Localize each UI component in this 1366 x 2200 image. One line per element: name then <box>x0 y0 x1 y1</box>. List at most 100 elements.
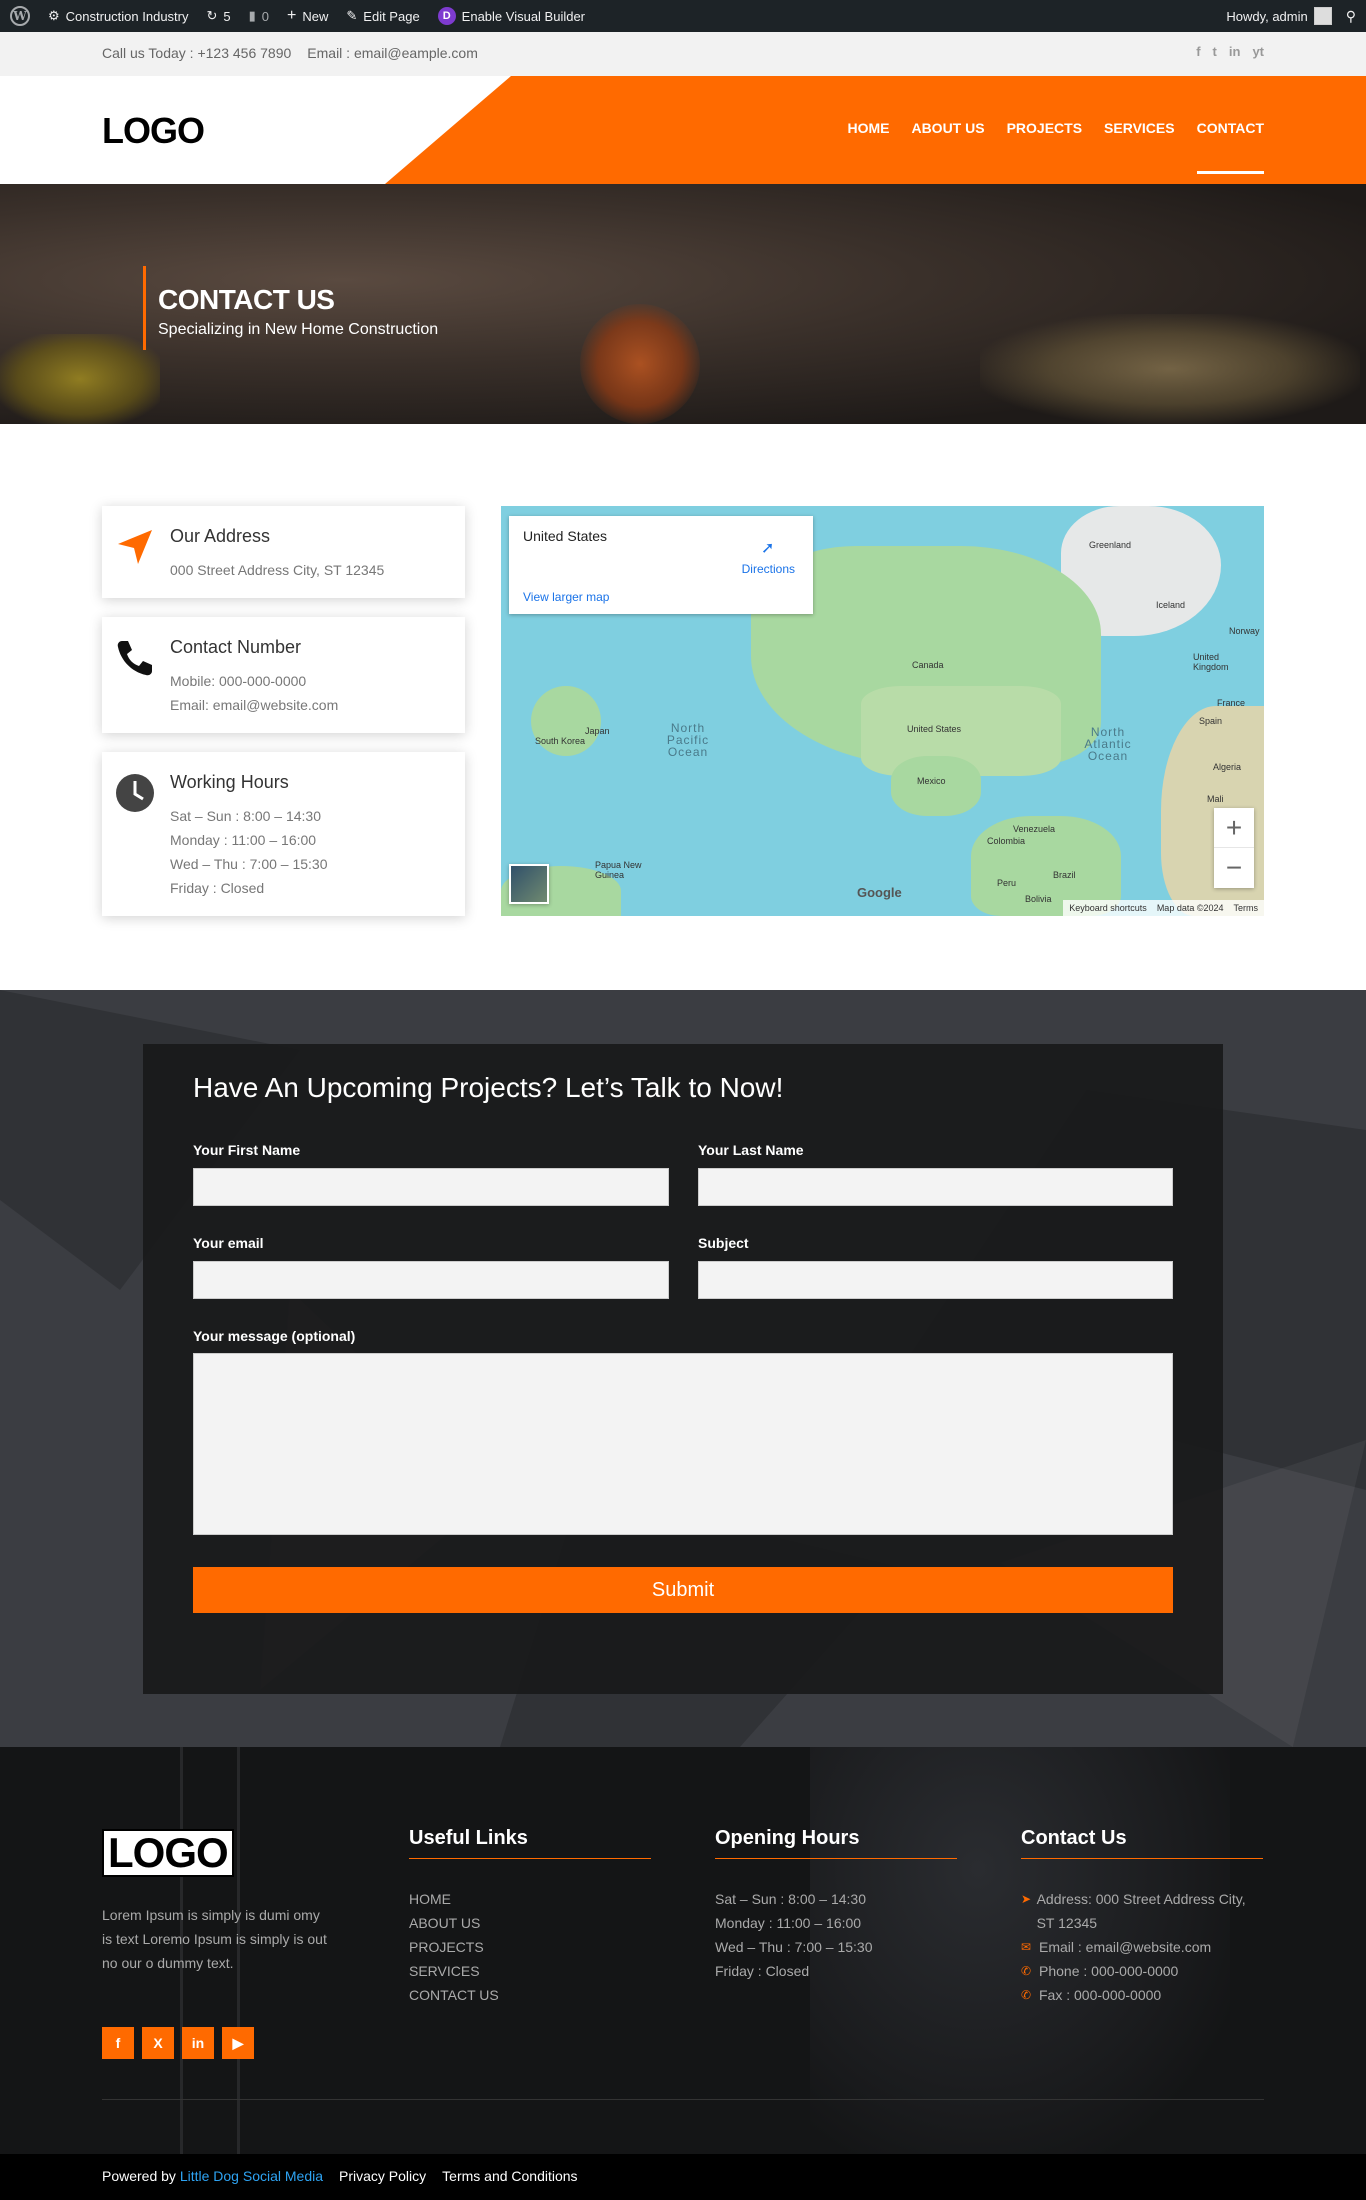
nav-projects[interactable]: PROJECTS <box>1007 120 1082 136</box>
map-label: Norway <box>1229 626 1260 636</box>
zoom-in-button[interactable]: + <box>1214 808 1254 848</box>
new-content-menu[interactable]: + New <box>287 7 328 25</box>
zoom-controls: + − <box>1214 808 1254 888</box>
updates-count: 5 <box>223 8 231 24</box>
nav-services[interactable]: SERVICES <box>1104 120 1175 136</box>
keyboard-shortcuts-link[interactable]: Keyboard shortcuts <box>1069 903 1147 913</box>
map-label: Japan <box>585 726 610 736</box>
footer-email-text: Email : email@website.com <box>1039 1939 1212 1955</box>
map-label: United States <box>907 724 962 734</box>
search-icon[interactable]: ⚲ <box>1346 8 1356 25</box>
nav-about[interactable]: ABOUT US <box>911 120 984 136</box>
contact-form: Have An Upcoming Projects? Let’s Talk to… <box>143 1044 1223 1694</box>
footer-link-contact[interactable]: CONTACT US <box>409 1983 651 2007</box>
visual-builder-link[interactable]: D Enable Visual Builder <box>437 7 585 25</box>
linkedin-icon[interactable]: in <box>1229 44 1241 59</box>
twitter-icon[interactable]: t <box>1213 44 1217 59</box>
ocean-label: North Atlantic Ocean <box>1084 725 1132 763</box>
submit-button[interactable]: Submit <box>193 1567 1173 1613</box>
hours-line: Monday : 11:00 – 16:00 <box>715 1915 862 1931</box>
footer-link-home[interactable]: HOME <box>409 1887 651 1911</box>
hours-line: Friday : Closed <box>715 1963 810 1979</box>
nav-contact[interactable]: CONTACT <box>1196 120 1265 174</box>
footer-link-about[interactable]: ABOUT US <box>409 1911 651 1935</box>
zoom-out-button[interactable]: − <box>1214 848 1254 888</box>
map-attribution: Keyboard shortcuts Map data ©2024 Terms <box>1063 900 1264 916</box>
map-label: Colombia <box>987 836 1026 846</box>
last-name-field[interactable] <box>698 1168 1173 1206</box>
map-label: Brazil <box>1053 870 1076 880</box>
card-title: Our Address <box>170 526 271 546</box>
message-textarea[interactable] <box>193 1353 1173 1535</box>
footer-divider <box>102 2099 1264 2100</box>
email-field[interactable] <box>193 1261 669 1299</box>
site-name-label: Construction Industry <box>65 8 189 24</box>
footer-social-links: f X in ▶ <box>102 2027 254 2059</box>
map-label: Mexico <box>917 776 946 786</box>
nav-home[interactable]: HOME <box>847 120 889 136</box>
map-terms-link[interactable]: Terms <box>1234 903 1259 913</box>
facebook-icon[interactable]: f <box>102 2027 134 2059</box>
footer-link-services[interactable]: SERVICES <box>409 1959 651 1983</box>
facebook-icon[interactable]: f <box>1196 44 1200 59</box>
contact-form-section: Have An Upcoming Projects? Let’s Talk to… <box>0 990 1366 1747</box>
card-title: Contact Number <box>170 637 302 657</box>
google-logo: Google <box>857 885 902 900</box>
message-label: Your message (optional) <box>193 1328 356 1344</box>
map-label: Spain <box>1199 716 1223 726</box>
map-type-toggle[interactable] <box>509 864 549 904</box>
map-label: Bolivia <box>1025 894 1052 904</box>
google-map[interactable]: United States ➚ Directions View larger m… <box>501 506 1264 916</box>
footer-logo[interactable]: LOGO <box>102 1829 234 1877</box>
youtube-icon[interactable]: ▶ <box>222 2027 254 2059</box>
map-label: Iceland <box>1156 600 1186 610</box>
subject-field[interactable] <box>698 1261 1173 1299</box>
updates-menu[interactable]: ↻ 5 <box>207 8 231 24</box>
map-info-window: United States ➚ Directions View larger m… <box>509 516 813 614</box>
map-label: United Kingdom <box>1193 652 1229 672</box>
map-label: France <box>1217 698 1246 708</box>
linkedin-icon[interactable]: in <box>182 2027 214 2059</box>
page-subtitle: Specializing in New Home Construction <box>158 321 439 338</box>
x-twitter-icon[interactable]: X <box>142 2027 174 2059</box>
refresh-icon: ↻ <box>206 8 218 23</box>
first-name-field[interactable] <box>193 1168 669 1206</box>
footer-address-text: Address: 000 Street Address City, ST 123… <box>1036 1891 1246 1931</box>
hero-image-detail <box>980 314 1360 424</box>
main-nav: HOME ABOUT US PROJECTS SERVICES CONTACT <box>847 120 1265 174</box>
dashboard-icon: ⚙ <box>48 8 60 23</box>
address-card: Our Address 000 Street Address City, ST … <box>102 506 465 598</box>
card-line: Wed – Thu : 7:00 – 15:30 <box>170 856 328 872</box>
wp-admin-bar: W ⚙ Construction Industry ↻ 5 ▮ 0 + New ✎ Edi… <box>0 0 1366 32</box>
site-logo[interactable]: LOGO <box>102 110 205 152</box>
last-name-label: Your Last Name <box>698 1142 804 1158</box>
map-data-label: Map data ©2024 <box>1156 903 1224 913</box>
youtube-icon[interactable]: yt <box>1252 44 1264 59</box>
card-line: Email: email@website.com <box>170 697 339 713</box>
footer-column-title: Opening Hours <box>715 1827 957 1859</box>
footer-link-projects[interactable]: PROJECTS <box>409 1935 651 1959</box>
view-larger-map-link[interactable]: View larger map <box>523 590 609 604</box>
site-name-menu[interactable]: ⚙ Construction Industry <box>48 8 189 24</box>
privacy-policy-link[interactable]: Privacy Policy <box>339 2168 426 2184</box>
footer-useful-links: Useful Links HOME ABOUT US PROJECTS SERV… <box>409 1827 651 2007</box>
comments-menu[interactable]: ▮ 0 <box>249 8 269 24</box>
comments-count: 0 <box>261 8 270 24</box>
subject-label: Subject <box>698 1235 749 1251</box>
top-phone: Call us Today : +123 456 7890 <box>102 45 292 61</box>
new-label: New <box>302 8 329 24</box>
edit-page-link[interactable]: ✎ Edit Page <box>346 8 419 24</box>
directions-link[interactable]: Directions <box>742 562 795 576</box>
wp-logo-menu[interactable]: W <box>10 6 30 26</box>
directions-icon[interactable]: ➚ <box>761 538 779 557</box>
email-label: Your email <box>193 1235 264 1251</box>
clock-icon <box>116 774 154 812</box>
site-footer: LOGO Lorem Ipsum is simply is dumi omy i… <box>0 1747 1366 2154</box>
powered-by-link[interactable]: Little Dog Social Media <box>180 2168 323 2184</box>
wordpress-icon: W <box>10 6 30 26</box>
footer-address: ➤ Address: 000 Street Address City, ST 12… <box>1021 1887 1263 1935</box>
terms-link[interactable]: Terms and Conditions <box>442 2168 577 2184</box>
card-line: Monday : 11:00 – 16:00 <box>170 832 317 848</box>
card-line: Sat – Sun : 8:00 – 14:30 <box>170 808 322 824</box>
my-account-menu[interactable]: Howdy, admin <box>1226 7 1332 25</box>
